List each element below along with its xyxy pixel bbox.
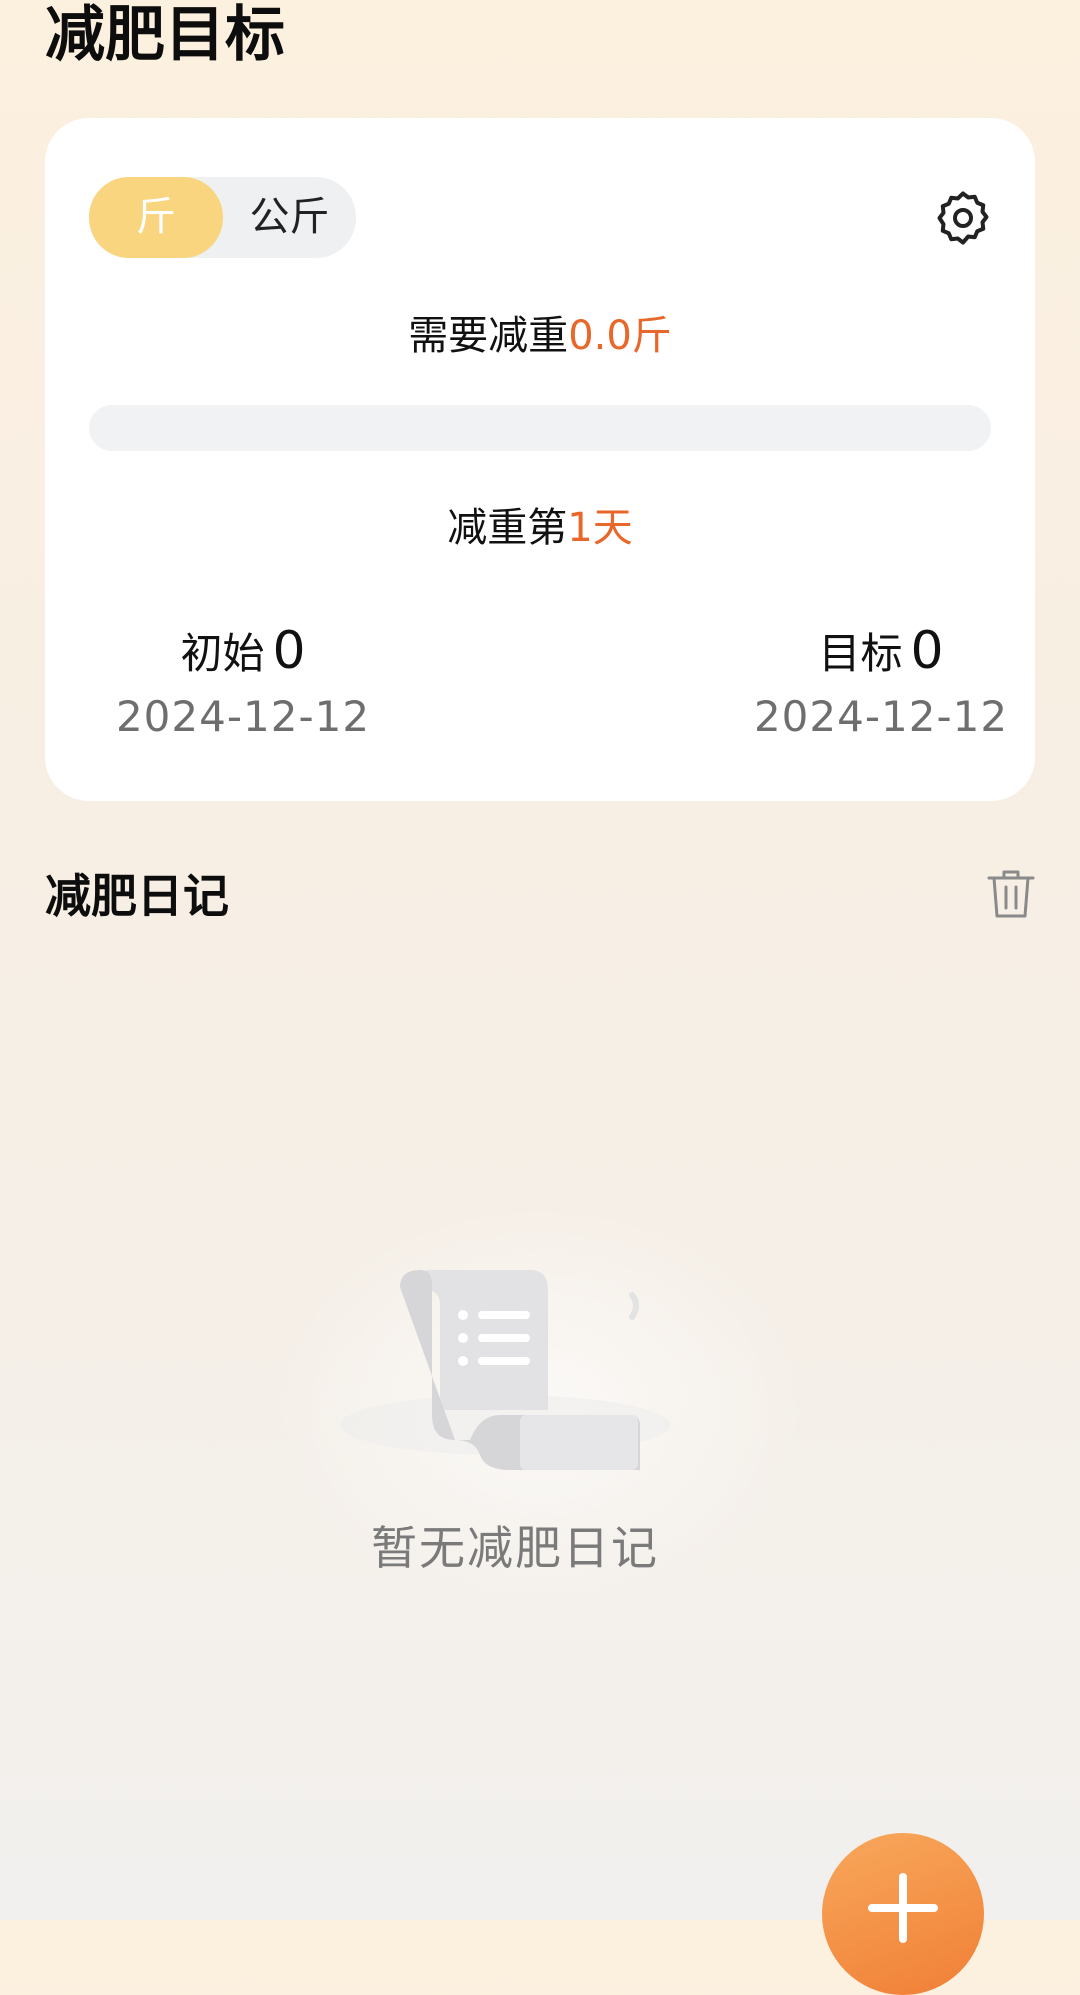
gear-icon [937, 191, 989, 245]
target-weight-value: 0 [910, 621, 944, 681]
delete-diary-button[interactable] [986, 868, 1036, 920]
diary-section-title: 减肥日记 [45, 869, 229, 923]
target-date: 2024-12-12 [753, 692, 1009, 741]
scroll-list-icon [340, 1270, 670, 1470]
plus-icon [868, 1873, 938, 1943]
need-loss-row: 需要减重0.0斤 [45, 308, 1035, 364]
day-count-row: 减重第1天 [45, 500, 1035, 556]
settings-button[interactable] [933, 188, 993, 248]
trash-icon [987, 870, 1035, 918]
target-weight-label: 目标 [818, 629, 903, 678]
unit-option-jin[interactable]: 斤 [89, 177, 223, 258]
day-count-label: 减重第 [447, 505, 568, 551]
unit-toggle[interactable]: 斤 公斤 [89, 177, 356, 258]
need-loss-label: 需要减重 [408, 313, 569, 359]
initial-weight-label: 初始 [180, 629, 265, 678]
page-title: 减肥目标 [45, 0, 285, 70]
initial-date: 2024-12-12 [115, 692, 371, 741]
empty-diary-text: 暂无减肥日记 [371, 1521, 659, 1575]
target-weight-block[interactable]: 目标 0 2024-12-12 [741, 620, 1021, 745]
target-weight-row: 目标 0 [741, 620, 1021, 685]
goal-card: 斤 公斤 需要减重0.0斤 减重第1天 初始 0 2024-12-12 目标 0 2… [45, 118, 1035, 801]
initial-weight-value: 0 [272, 621, 306, 681]
need-loss-value: 0.0斤 [568, 313, 672, 359]
progress-bar [89, 405, 991, 451]
initial-weight-row: 初始 0 [103, 620, 383, 685]
add-diary-button[interactable] [822, 1833, 984, 1995]
day-count-value: 1天 [567, 505, 633, 551]
initial-weight-block[interactable]: 初始 0 2024-12-12 [103, 620, 383, 745]
unit-option-kg[interactable]: 公斤 [223, 177, 356, 258]
